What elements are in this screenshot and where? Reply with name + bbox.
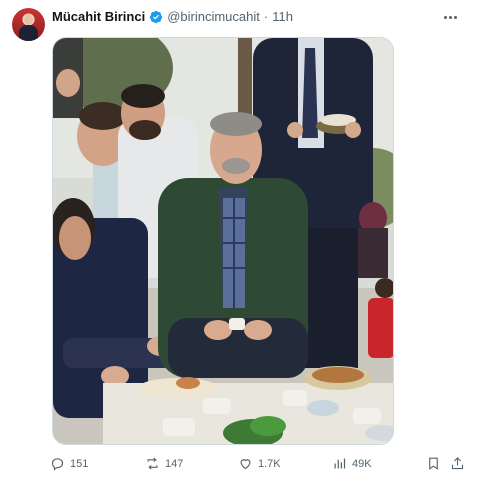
verified-badge-icon xyxy=(150,10,163,23)
tweet-header: Mücahit Birinci @birincimucahit · 11h xyxy=(52,9,293,24)
reply-icon xyxy=(51,458,64,471)
share-button[interactable] xyxy=(450,456,465,471)
tweet-actions: 151 147 1.7K 49K xyxy=(50,456,468,474)
tweet-card: Mücahit Birinci @birincimucahit · 11h 15… xyxy=(0,0,478,482)
author-handle[interactable]: @birincimucahit xyxy=(167,9,260,24)
like-icon xyxy=(240,459,251,470)
tweet-timestamp[interactable]: 11h xyxy=(272,9,293,24)
more-dot-icon xyxy=(453,15,457,19)
photo-image xyxy=(53,38,393,444)
reply-button[interactable]: 151 xyxy=(50,456,88,471)
share-icon xyxy=(451,457,464,470)
repost-count: 147 xyxy=(165,457,184,470)
tweet-photo[interactable] xyxy=(52,37,394,445)
more-dot-icon xyxy=(448,15,452,19)
author-avatar[interactable] xyxy=(12,8,45,41)
like-count: 1.7K xyxy=(258,457,281,470)
more-dot-icon xyxy=(443,15,447,19)
repost-button[interactable]: 147 xyxy=(145,456,183,471)
views-icon xyxy=(334,458,346,469)
reply-count: 151 xyxy=(70,457,89,470)
more-options-button[interactable] xyxy=(440,9,460,25)
avatar-body xyxy=(19,25,38,41)
avatar-face xyxy=(24,14,33,25)
views-button[interactable]: 49K xyxy=(332,456,372,471)
bookmark-button[interactable] xyxy=(426,456,441,471)
author-name[interactable]: Mücahit Birinci xyxy=(52,9,145,24)
repost-icon xyxy=(147,457,158,470)
separator-dot: · xyxy=(263,9,269,24)
like-button[interactable]: 1.7K xyxy=(238,456,281,471)
bookmark-icon xyxy=(429,457,438,470)
views-count: 49K xyxy=(352,457,372,470)
